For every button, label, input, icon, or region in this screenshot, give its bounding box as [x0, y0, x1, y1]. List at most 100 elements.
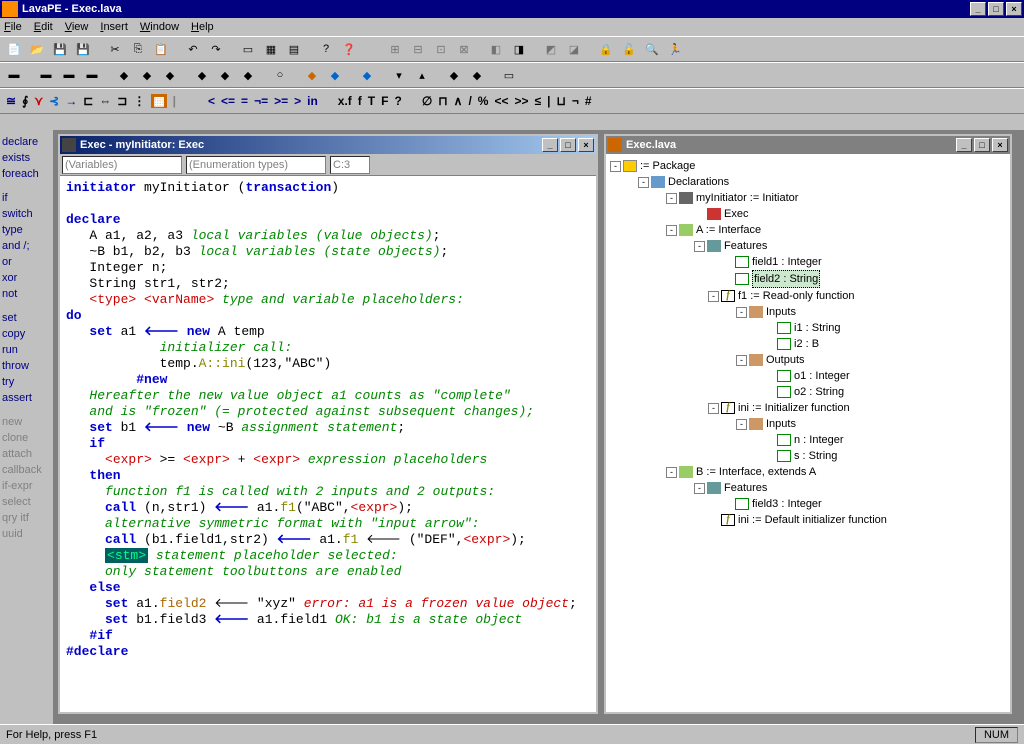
t2-d[interactable]: ▬ [82, 65, 102, 85]
op-5[interactable]: ⊏ [83, 94, 93, 108]
editor-close[interactable]: × [578, 138, 594, 152]
tb-new[interactable]: 📄 [4, 39, 24, 59]
minimize-button[interactable]: _ [970, 2, 986, 16]
t2-o[interactable]: ▾ [389, 65, 409, 85]
t2-b[interactable]: ▬ [36, 65, 56, 85]
tb-d4[interactable]: ⊠ [454, 39, 474, 59]
op2-11[interactable]: ? [394, 94, 401, 108]
t2-l[interactable]: ◆ [302, 65, 322, 85]
tb-d7[interactable]: ◩ [541, 39, 561, 59]
t2-e[interactable]: ◆ [114, 65, 134, 85]
op2-23[interactable]: ¬ [572, 94, 579, 108]
op-0[interactable]: ≅ [6, 94, 16, 108]
combo-c3[interactable]: C:3 [330, 156, 370, 174]
op2-15[interactable]: ∧ [454, 94, 463, 108]
menu-file[interactable]: File [4, 21, 22, 33]
tb-help[interactable]: ? [316, 39, 336, 59]
tb-open[interactable]: 📂 [27, 39, 47, 59]
kw-switch[interactable]: switch [2, 206, 51, 222]
tb-c[interactable]: ▤ [284, 39, 304, 59]
kw-run[interactable]: run [2, 342, 51, 358]
combo-variables[interactable]: (Variables) [62, 156, 182, 174]
op2-24[interactable]: # [585, 94, 592, 108]
op2-16[interactable]: / [468, 94, 471, 108]
op-8[interactable]: ⋮ [133, 94, 145, 108]
tb-copy[interactable]: ⎘ [128, 39, 148, 59]
t2-r[interactable]: ◆ [467, 65, 487, 85]
op-1[interactable]: ∮ [22, 94, 28, 108]
op2-19[interactable]: >> [514, 94, 528, 108]
kw-foreach[interactable]: foreach [2, 166, 51, 182]
menu-window[interactable]: Window [140, 21, 179, 33]
op2-14[interactable]: ⊓ [438, 94, 447, 108]
tree-titlebar[interactable]: Exec.lava _ □ × [606, 136, 1010, 154]
kw-copy[interactable]: copy [2, 326, 51, 342]
kw-set[interactable]: set [2, 310, 51, 326]
tb-lock1[interactable]: 🔒 [596, 39, 616, 59]
t2-i[interactable]: ◆ [215, 65, 235, 85]
t2-c[interactable]: ▬ [59, 65, 79, 85]
tb-d6[interactable]: ◨ [509, 39, 529, 59]
tw[interactable]: - [610, 161, 621, 172]
t2-p[interactable]: ▴ [412, 65, 432, 85]
maximize-button[interactable]: □ [988, 2, 1004, 16]
kw-declare[interactable]: declare [2, 134, 51, 150]
tree-selected[interactable]: field2 : String [752, 270, 820, 288]
menu-help[interactable]: Help [191, 21, 214, 33]
menu-view[interactable]: View [65, 21, 89, 33]
op2-8[interactable]: f [358, 94, 362, 108]
op2-1[interactable]: <= [221, 94, 235, 108]
t2-h[interactable]: ◆ [192, 65, 212, 85]
tb-d8[interactable]: ◪ [564, 39, 584, 59]
t2-g[interactable]: ◆ [160, 65, 180, 85]
editor-min[interactable]: _ [542, 138, 558, 152]
op2-4[interactable]: >= [274, 94, 288, 108]
tb-run[interactable]: 🏃 [665, 39, 685, 59]
tree-max[interactable]: □ [974, 138, 990, 152]
op2-18[interactable]: << [494, 94, 508, 108]
t2-j[interactable]: ◆ [238, 65, 258, 85]
kw-xor[interactable]: xor [2, 270, 51, 286]
editor-titlebar[interactable]: Exec - myInitiator: Exec _ □ × [60, 136, 596, 154]
kw-or[interactable]: or [2, 254, 51, 270]
op-4[interactable]: → [65, 94, 77, 108]
op2-3[interactable]: ¬= [254, 94, 268, 108]
menu-insert[interactable]: Insert [100, 21, 128, 33]
op2-0[interactable]: < [208, 94, 215, 108]
op2-9[interactable]: T [368, 94, 375, 108]
op2-20[interactable]: ≤ [535, 94, 542, 108]
tb-d2[interactable]: ⊟ [408, 39, 428, 59]
op-3[interactable]: ⊰ [49, 94, 59, 108]
tb-d3[interactable]: ⊡ [431, 39, 451, 59]
kw-assert[interactable]: assert [2, 390, 51, 406]
op2-2[interactable]: = [241, 94, 248, 108]
op-7[interactable]: ⊐ [117, 94, 127, 108]
tb-a[interactable]: ▭ [238, 39, 258, 59]
op-6[interactable]: ⇔ [99, 94, 111, 108]
tree-min[interactable]: _ [956, 138, 972, 152]
t2-n[interactable]: ◆ [357, 65, 377, 85]
tb-b[interactable]: ▦ [261, 39, 281, 59]
kw-not[interactable]: not [2, 286, 51, 302]
tree-close[interactable]: × [992, 138, 1008, 152]
tb-cut[interactable]: ✂ [105, 39, 125, 59]
op2-22[interactable]: ⊔ [556, 94, 565, 108]
tree-body[interactable]: - := Package -Declarations -myInitiator … [606, 154, 1010, 712]
tb-lock2[interactable]: 🔓 [619, 39, 639, 59]
op2-21[interactable]: | [547, 94, 550, 108]
tb-redo[interactable]: ↷ [206, 39, 226, 59]
tb-d5[interactable]: ◧ [486, 39, 506, 59]
code-area[interactable]: initiator myInitiator (transaction) decl… [60, 176, 596, 664]
t2-s[interactable]: ▭ [499, 65, 519, 85]
op2-5[interactable]: > [294, 94, 301, 108]
kw-try[interactable]: try [2, 374, 51, 390]
t2-q[interactable]: ◆ [444, 65, 464, 85]
kw-type[interactable]: type [2, 222, 51, 238]
kw-exists[interactable]: exists [2, 150, 51, 166]
close-button[interactable]: × [1006, 2, 1022, 16]
op2-7[interactable]: x.f [338, 94, 352, 108]
kw-and[interactable]: and /; [2, 238, 51, 254]
tb-undo[interactable]: ↶ [183, 39, 203, 59]
editor-max[interactable]: □ [560, 138, 576, 152]
op2-17[interactable]: % [478, 94, 489, 108]
